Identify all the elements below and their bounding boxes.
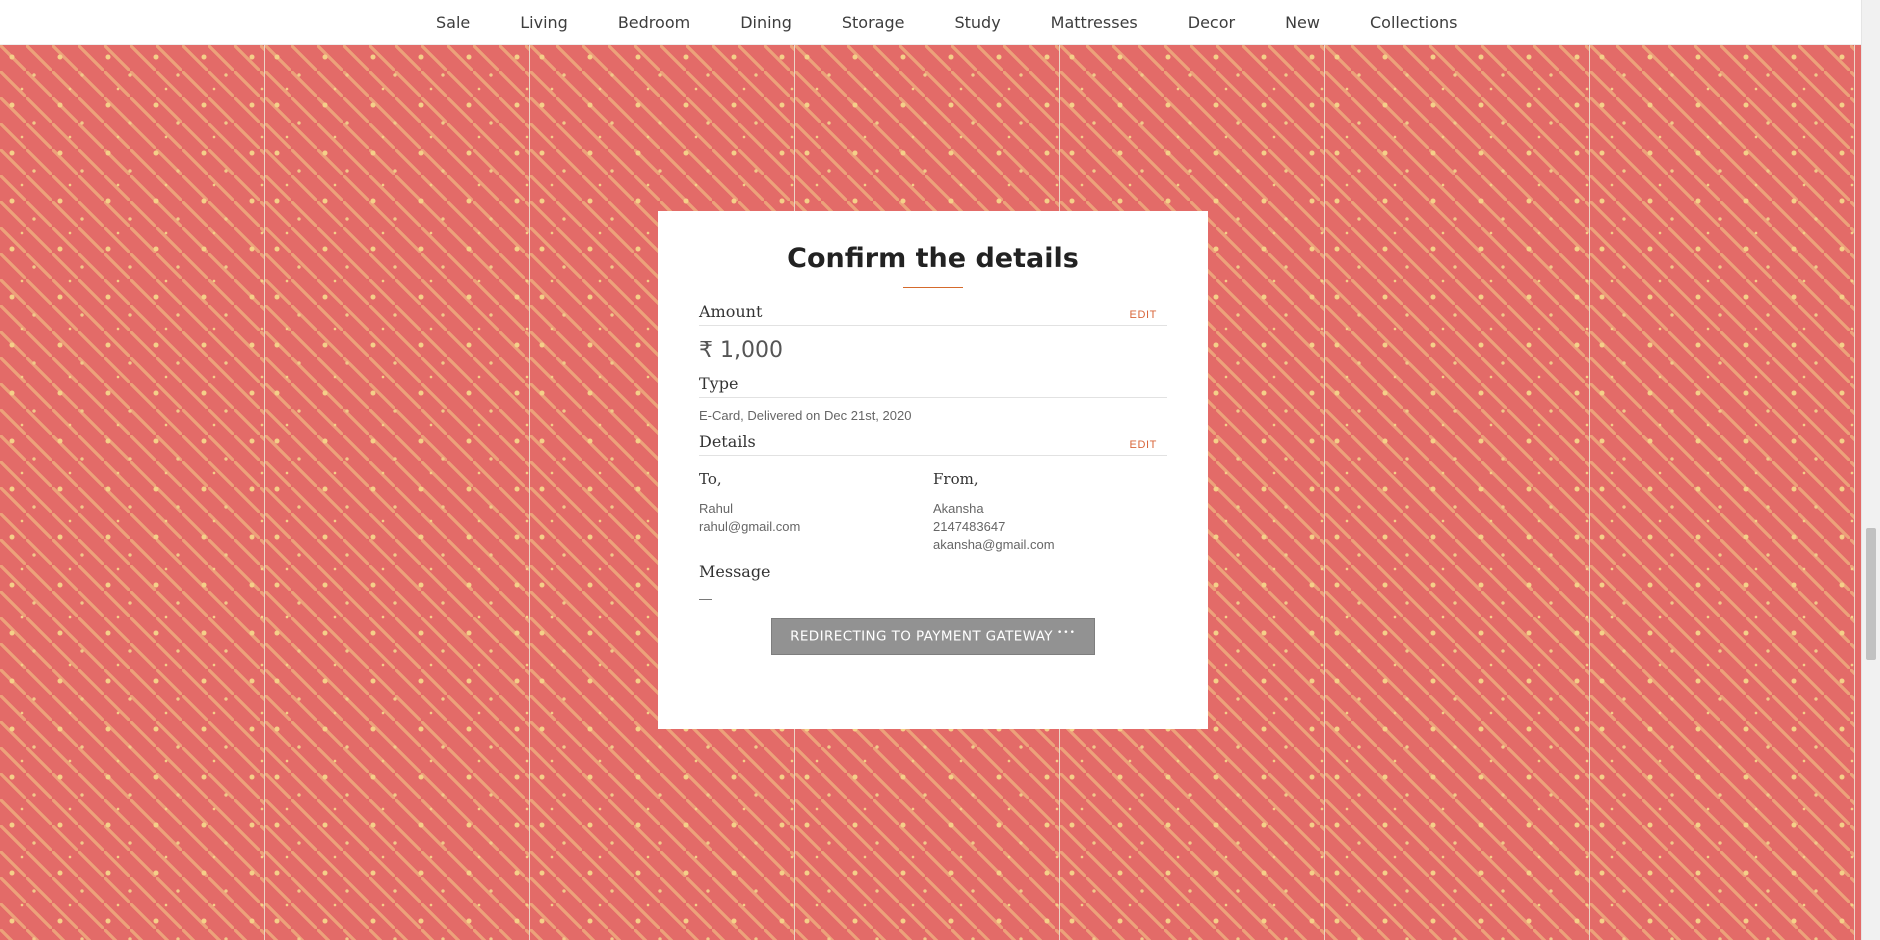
amount-section-header: Amount EDIT — [699, 302, 1167, 326]
from-label: From, — [933, 470, 979, 488]
nav-item-new[interactable]: New — [1285, 13, 1320, 32]
pattern-tile — [1325, 45, 1590, 940]
message-label: Message — [699, 562, 771, 581]
card-title: Confirm the details — [787, 243, 1079, 274]
page-scrollbar[interactable] — [1861, 0, 1880, 940]
nav-menu: Sale Living Bedroom Dining Storage Study… — [436, 0, 1457, 44]
to-label: To, — [699, 470, 722, 488]
sender-block: From, Akansha 2147483647 akansha@gmail.c… — [933, 470, 1167, 554]
recipient-name: Rahul — [699, 501, 733, 516]
recipient-block: To, Rahul rahul@gmail.com — [699, 470, 933, 554]
nav-item-mattresses[interactable]: Mattresses — [1051, 13, 1138, 32]
type-value: E-Card, Delivered on Dec 21st, 2020 — [699, 408, 912, 423]
details-section-header: Details EDIT — [699, 432, 1167, 456]
nav-item-study[interactable]: Study — [954, 13, 1000, 32]
loading-dots-icon: ••• — [1056, 628, 1076, 639]
confirm-details-card: Confirm the details Amount EDIT ₹ 1,000 … — [658, 211, 1208, 729]
parties-row: To, Rahul rahul@gmail.com From, Akansha … — [699, 470, 1167, 554]
pattern-tile — [0, 45, 265, 940]
title-underline — [903, 287, 963, 288]
type-section-header: Type — [699, 374, 1167, 398]
nav-item-sale[interactable]: Sale — [436, 13, 470, 32]
pattern-tile — [1590, 45, 1855, 940]
nav-item-living[interactable]: Living — [520, 13, 568, 32]
edit-amount-link[interactable]: EDIT — [1130, 309, 1157, 321]
sender-phone: 2147483647 — [933, 519, 1006, 534]
message-value: — — [699, 591, 712, 606]
scrollbar-thumb[interactable] — [1866, 528, 1876, 660]
sender-email: akansha@gmail.com — [933, 537, 1055, 552]
details-label: Details — [699, 432, 756, 451]
sender-name: Akansha — [933, 501, 984, 516]
recipient-email: rahul@gmail.com — [699, 519, 801, 534]
pattern-tile — [265, 45, 530, 940]
payment-gateway-button[interactable]: REDIRECTING TO PAYMENT GATEWAY ••• — [771, 618, 1095, 655]
top-navigation: Sale Living Bedroom Dining Storage Study… — [0, 0, 1862, 45]
nav-item-storage[interactable]: Storage — [842, 13, 905, 32]
payment-button-label: REDIRECTING TO PAYMENT GATEWAY — [790, 628, 1053, 645]
nav-item-collections[interactable]: Collections — [1370, 13, 1457, 32]
nav-item-decor[interactable]: Decor — [1188, 13, 1235, 32]
edit-details-link[interactable]: EDIT — [1130, 439, 1157, 451]
amount-label: Amount — [699, 302, 763, 321]
amount-value: ₹ 1,000 — [699, 338, 783, 363]
nav-item-dining[interactable]: Dining — [740, 13, 792, 32]
nav-item-bedroom[interactable]: Bedroom — [618, 13, 690, 32]
type-label: Type — [699, 374, 739, 393]
